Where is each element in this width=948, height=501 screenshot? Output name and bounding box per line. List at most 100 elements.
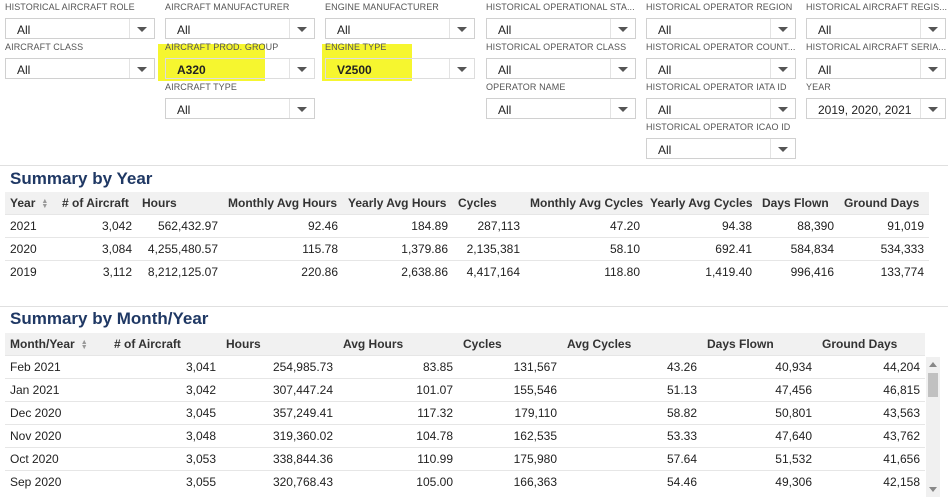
engine-manufacturer-label: ENGINE MANUFACTURER	[325, 2, 439, 12]
cell: 357,249.41	[221, 401, 338, 425]
cell: 118.80	[525, 260, 645, 283]
column-header-label: Year	[10, 196, 36, 210]
historical-aircraft-registration-label: HISTORICAL AIRCRAFT REGIS...	[806, 2, 948, 12]
column-header-monthly-avg-cycles[interactable]: Monthly Avg Cycles	[525, 192, 645, 215]
historical-operator-class-dropdown[interactable]: All	[486, 58, 636, 79]
chevron-down-icon[interactable]	[610, 19, 635, 38]
engine-manufacturer-dropdown[interactable]: All	[325, 18, 475, 39]
cell: 117.32	[338, 401, 458, 425]
column-header-avg-hours[interactable]: Avg Hours	[338, 333, 458, 356]
cell: 4,255,480.57	[137, 237, 223, 261]
dropdown-value: All	[818, 23, 832, 37]
chevron-down-icon[interactable]	[920, 19, 945, 38]
column-header-ground-days[interactable]: Ground Days	[817, 333, 925, 356]
cell: Feb 2021	[5, 355, 109, 379]
column-header-year[interactable]: Year ▲ ▼	[5, 192, 57, 215]
historical-operator-iata-label: HISTORICAL OPERATOR IATA ID	[646, 82, 787, 92]
cell: 105.00	[338, 470, 458, 493]
column-header-hours[interactable]: Hours	[137, 192, 223, 215]
historical-operator-country-dropdown[interactable]: All	[646, 58, 796, 79]
summary-by-year-title: Summary by Year	[10, 169, 153, 188]
table-row: 2021 3,042 562,432.97 92.46 184.89 287,1…	[5, 214, 929, 238]
cell: 43,762	[817, 424, 925, 448]
aircraft-prod-group-dropdown[interactable]: A320	[165, 58, 315, 79]
historical-operator-country-label: HISTORICAL OPERATOR COUNT...	[646, 42, 796, 52]
year-dropdown[interactable]: 2019, 2020, 2021	[806, 98, 946, 119]
dropdown-value: All	[177, 103, 191, 117]
chevron-down-icon[interactable]	[920, 99, 945, 118]
cell: 94.38	[645, 214, 757, 238]
historical-operator-region-label: HISTORICAL OPERATOR REGION	[646, 2, 793, 12]
column-header-cycles[interactable]: Cycles	[458, 333, 562, 356]
chevron-down-icon[interactable]	[129, 19, 154, 38]
historical-operator-icao-dropdown[interactable]: All	[646, 138, 796, 159]
column-header-monthly-avg-hours[interactable]: Monthly Avg Hours	[223, 192, 343, 215]
column-header-cycles[interactable]: Cycles	[453, 192, 525, 215]
table-row: Dec 2020 3,045 357,249.41 117.32 179,110…	[5, 401, 925, 425]
column-header-days-flown[interactable]: Days Flown	[702, 333, 817, 356]
chevron-down-icon[interactable]	[610, 59, 635, 78]
chevron-down-icon[interactable]	[129, 59, 154, 78]
cell: 562,432.97	[137, 214, 223, 238]
chevron-down-icon[interactable]	[770, 99, 795, 118]
cell: 692.41	[645, 237, 757, 261]
cell: 287,113	[453, 214, 525, 238]
cell: 2020	[5, 237, 57, 261]
chevron-down-icon[interactable]	[289, 19, 314, 38]
historical-operator-region-dropdown[interactable]: All	[646, 18, 796, 39]
historical-aircraft-serial-dropdown[interactable]: All	[806, 58, 946, 79]
aircraft-type-dropdown[interactable]: All	[165, 98, 315, 119]
chevron-down-icon[interactable]	[770, 59, 795, 78]
column-header-yearly-avg-cycles[interactable]: Yearly Avg Cycles	[645, 192, 757, 215]
cell: 58.10	[525, 237, 645, 261]
historical-operational-status-dropdown[interactable]: All	[486, 18, 636, 39]
cell: 91,019	[839, 214, 929, 238]
chevron-down-icon[interactable]	[449, 19, 474, 38]
cell: 3,041	[109, 355, 221, 379]
cell: 3,053	[109, 447, 221, 471]
engine-type-dropdown[interactable]: V2500	[325, 58, 475, 79]
aircraft-manufacturer-dropdown[interactable]: All	[165, 18, 315, 39]
operator-name-label: OPERATOR NAME	[486, 82, 566, 92]
cell: 110.99	[338, 447, 458, 471]
chevron-down-icon[interactable]	[610, 99, 635, 118]
summary-by-month-table: Month/Year ▲ ▼ # of Aircraft Hours Avg Hou…	[5, 333, 925, 493]
cell: 184.89	[343, 214, 453, 238]
cell: 46,815	[817, 378, 925, 402]
historical-aircraft-role-dropdown[interactable]: All	[5, 18, 155, 39]
chevron-down-icon[interactable]	[920, 59, 945, 78]
aircraft-class-label: AIRCRAFT CLASS	[5, 42, 84, 52]
column-header-aircraft-count[interactable]: # of Aircraft	[109, 333, 221, 356]
cell: 47,640	[702, 424, 817, 448]
cell: 133,774	[839, 260, 929, 283]
historical-operational-status-label: HISTORICAL OPERATIONAL STA...	[486, 2, 635, 12]
sort-icon[interactable]: ▲ ▼	[41, 198, 49, 210]
operator-name-dropdown[interactable]: All	[486, 98, 636, 119]
vertical-scrollbar[interactable]	[926, 357, 940, 497]
cell: 4,417,164	[453, 260, 525, 283]
column-header-month-year[interactable]: Month/Year ▲ ▼	[5, 333, 109, 356]
column-header-days-flown[interactable]: Days Flown	[757, 192, 839, 215]
dropdown-value: V2500	[337, 63, 372, 77]
cell: 88,390	[757, 214, 839, 238]
historical-aircraft-registration-dropdown[interactable]: All	[806, 18, 946, 39]
cell: 2019	[5, 260, 57, 283]
scrollbar-thumb[interactable]	[928, 373, 938, 397]
column-header-yearly-avg-hours[interactable]: Yearly Avg Hours	[343, 192, 453, 215]
column-header-hours[interactable]: Hours	[221, 333, 338, 356]
cell: 54.46	[562, 470, 702, 493]
column-header-aircraft-count[interactable]: # of Aircraft	[57, 192, 137, 215]
chevron-down-icon[interactable]	[449, 59, 474, 78]
scroll-up-icon[interactable]	[929, 362, 937, 367]
chevron-down-icon[interactable]	[289, 99, 314, 118]
chevron-down-icon[interactable]	[289, 59, 314, 78]
scroll-down-icon[interactable]	[929, 487, 937, 492]
chevron-down-icon[interactable]	[770, 139, 795, 158]
column-header-avg-cycles[interactable]: Avg Cycles	[562, 333, 702, 356]
cell: 8,212,125.07	[137, 260, 223, 283]
column-header-ground-days[interactable]: Ground Days	[839, 192, 929, 215]
chevron-down-icon[interactable]	[770, 19, 795, 38]
aircraft-class-dropdown[interactable]: All	[5, 58, 155, 79]
historical-operator-iata-dropdown[interactable]: All	[646, 98, 796, 119]
sort-icon[interactable]: ▲ ▼	[81, 339, 89, 351]
